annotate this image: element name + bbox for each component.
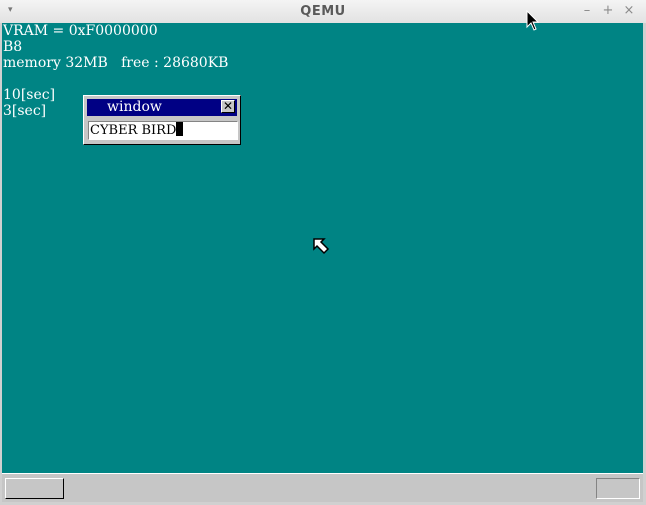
timer-text-2: 3[sec]: [3, 103, 47, 119]
maximize-button[interactable]: +: [601, 3, 615, 18]
guest-text-input[interactable]: CYBER BIRD: [88, 121, 238, 140]
memory-text: memory 32MB free : 28680KB: [3, 55, 229, 71]
guest-window-close-button[interactable]: ✕: [221, 100, 235, 113]
text-caret: [176, 122, 184, 136]
host-titlebar[interactable]: ▾ QEMU – + ×: [0, 0, 646, 24]
guest-screen[interactable]: VRAM = 0xF0000000 B8 memory 32MB free : …: [2, 23, 643, 473]
guest-input-value: CYBER BIRD: [90, 123, 177, 138]
guest-window-titlebar[interactable]: window ✕: [87, 99, 237, 116]
minimize-button[interactable]: –: [580, 3, 594, 18]
key-code-text: B8: [3, 39, 23, 55]
window-title: QEMU: [300, 4, 346, 19]
close-button[interactable]: ×: [622, 3, 636, 18]
guest-text-window[interactable]: window ✕ CYBER BIRD: [83, 95, 241, 145]
guest-window-title: window: [107, 99, 162, 115]
vram-text: VRAM = 0xF0000000: [3, 23, 158, 39]
taskbar-tray: [596, 478, 640, 499]
guest-taskbar: [2, 473, 643, 502]
arrow-cursor-icon: [313, 238, 330, 255]
timer-text-1: 10[sec]: [3, 87, 56, 103]
start-button[interactable]: [5, 478, 64, 499]
mouse-pointer-icon: [526, 10, 540, 31]
